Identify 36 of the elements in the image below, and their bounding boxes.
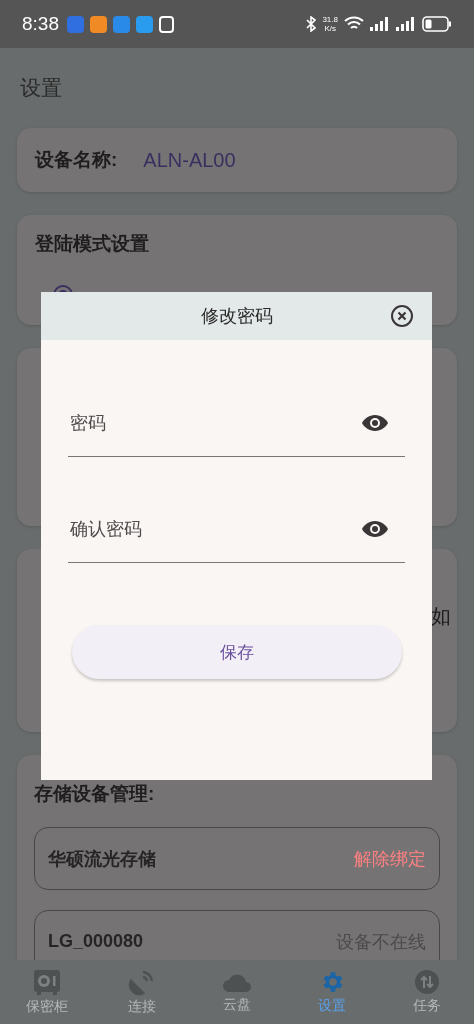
eye-icon[interactable] xyxy=(361,520,389,538)
device-name-label: 设备名称: xyxy=(35,148,118,172)
network-speed: 31.8 xyxy=(322,15,338,24)
save-button[interactable]: 保存 xyxy=(72,625,402,679)
network-speed-unit: K/s xyxy=(324,24,336,33)
nav-tab[interactable]: 云盘 xyxy=(202,970,272,1014)
battery-icon xyxy=(422,16,452,32)
unbind-link[interactable]: 解除绑定 xyxy=(354,846,426,871)
app-icon xyxy=(136,15,153,33)
app-icon xyxy=(90,15,107,33)
device-name: LG_000080 xyxy=(48,931,144,952)
transfer-icon xyxy=(413,969,440,995)
nav-tab[interactable]: 连接 xyxy=(107,968,178,1016)
storage-device-row[interactable]: 华硕流光存储 解除绑定 xyxy=(34,827,440,890)
app-icon xyxy=(113,15,130,33)
close-icon[interactable] xyxy=(390,304,414,328)
app-icon xyxy=(67,15,84,33)
dialog-title: 修改密码 xyxy=(200,305,273,328)
nav-tab[interactable]: 保密柜 xyxy=(12,968,83,1016)
page-title: 设置 xyxy=(20,75,62,101)
device-name-value: ALN-AL00 xyxy=(143,148,236,172)
card-text: 如 xyxy=(431,604,451,629)
status-time: 8:38 xyxy=(22,13,59,35)
signal-icon xyxy=(396,17,416,31)
nav-tab[interactable]: 任务 xyxy=(391,969,462,1015)
login-mode-title: 登陆模式设置 xyxy=(35,233,149,254)
bluetooth-icon xyxy=(306,16,317,32)
device-name: 华硕流光存储 xyxy=(48,847,156,871)
signal-icon xyxy=(370,17,390,31)
eye-icon[interactable] xyxy=(361,414,389,432)
nfc-icon xyxy=(159,15,174,33)
password-field[interactable]: 密码 xyxy=(68,411,361,435)
nav-tab[interactable]: 设置 xyxy=(296,969,367,1015)
storage-title: 存储设备管理: xyxy=(34,783,155,804)
password-field[interactable]: 确认密码 xyxy=(68,517,361,541)
safe-icon xyxy=(33,968,62,996)
